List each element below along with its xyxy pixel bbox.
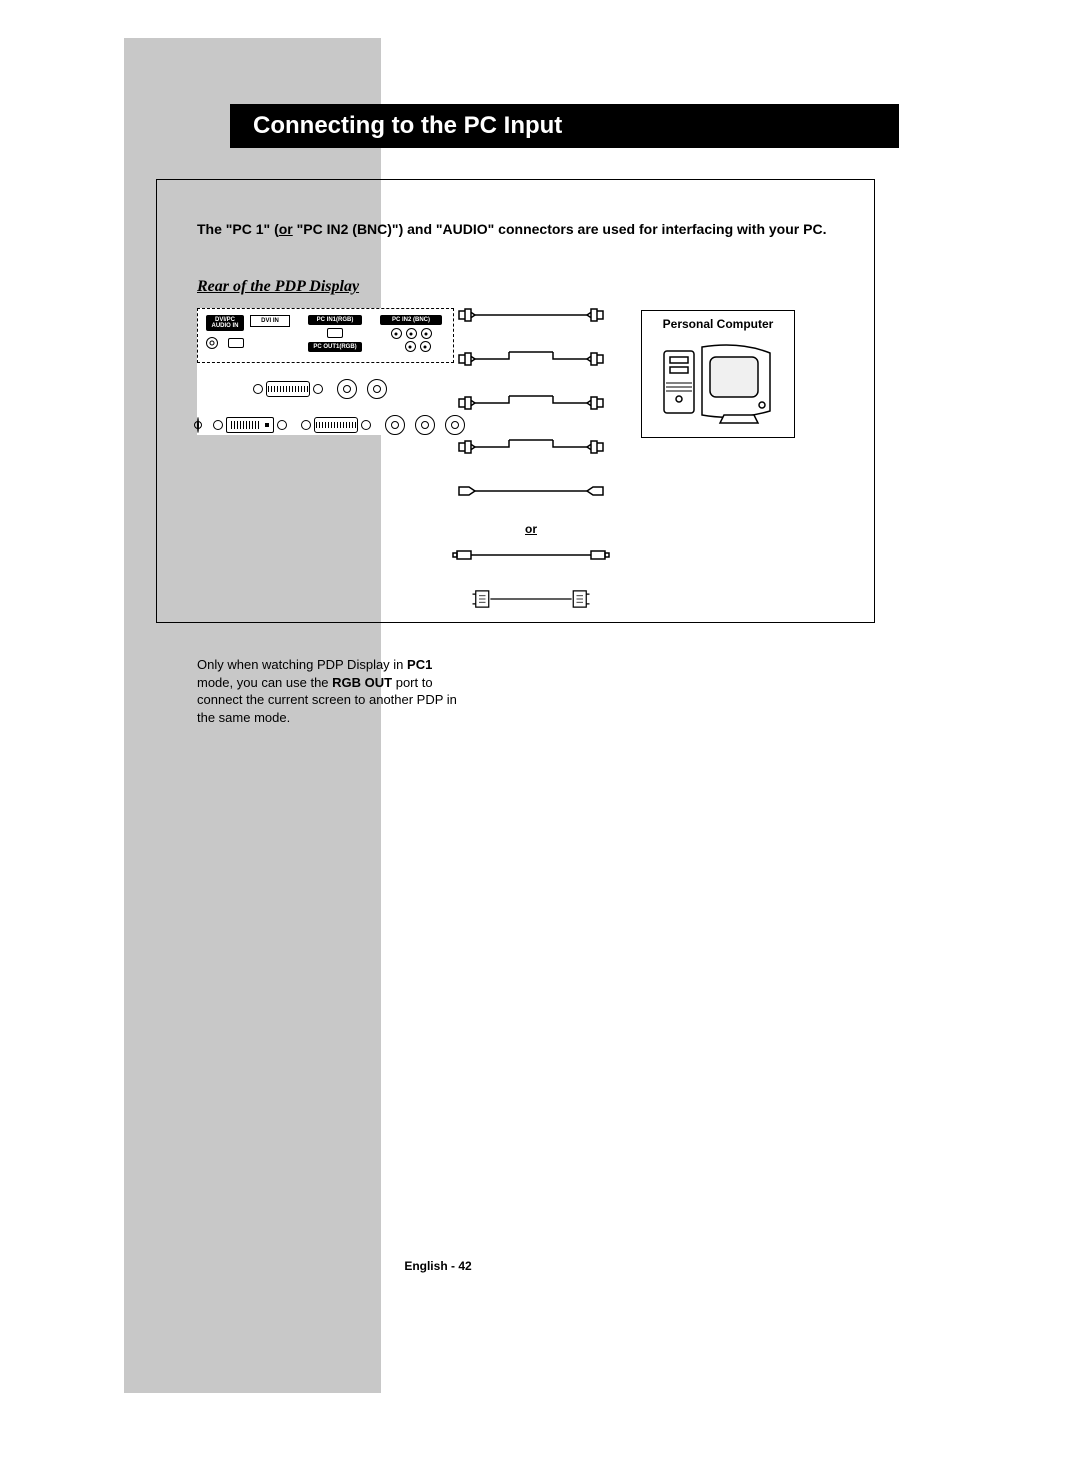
content-frame: The "PC 1" (or "PC IN2 (BNC)") and "AUDI… [156,179,875,623]
bnc-connector-icon [385,415,405,435]
cable-diagram: or [451,302,611,630]
intro-paragraph: The "PC 1" (or "PC IN2 (BNC)") and "AUDI… [197,220,854,238]
rear-panel-illustration: DVI/PC AUDIO IN DVI IN PC IN1(RGB) PC OU… [197,308,454,435]
bnc-connector-icon [367,379,387,399]
bnc-h-icon [405,341,416,352]
diagram-area: DVI/PC AUDIO IN DVI IN PC IN1(RGB) PC OU… [197,308,854,630]
rgb-out-note: Only when watching PDP Display in PC1 mo… [197,656,457,726]
pc-in2-bnc-label: PC IN2 (BNC) [380,315,442,325]
intro-post: "PC IN2 (BNC)") and "AUDIO" connectors a… [293,221,827,237]
vga-port-icon [266,381,310,397]
bnc-g-icon [406,328,417,339]
page-title: Connecting to the PC Input [253,112,562,140]
screw-icon [361,420,371,430]
screw-icon [277,420,287,430]
note-rgb-out: RGB OUT [332,675,392,690]
or-label: or [451,522,611,536]
pc-box-label: Personal Computer [648,317,788,331]
dvi-in-label: DVI IN [250,315,290,327]
intro-or-inline: or [279,221,293,237]
note-l2-pre: mode, you can use the [197,675,332,690]
footer-text: English - 42 [404,1259,471,1273]
screw-icon [253,384,263,394]
screw-icon [213,420,223,430]
pc-in1-label: PC IN1(RGB) [308,315,362,325]
audio-jack-icon [206,337,218,349]
page-title-bar: Connecting to the PC Input [230,104,899,148]
page-footer: English - 42 [382,1253,494,1278]
bnc-connector-icon [415,415,435,435]
audio-in-label: DVI/PC AUDIO IN [206,315,244,331]
vga-mini-icon [327,328,343,338]
screw-icon [313,384,323,394]
pc-illustration-icon [648,337,788,427]
bnc-v-icon [420,341,431,352]
vga-port-icon [314,417,358,433]
dvi-port-mini-icon [228,338,244,348]
bnc-b-icon [421,328,432,339]
bnc-connector-icon [337,379,357,399]
rear-panel-heading: Rear of the PDP Display [197,278,359,296]
pc-out-label: PC OUT1(RGB) [308,342,362,352]
dvi-port-icon [226,417,274,433]
personal-computer-box: Personal Computer [641,310,795,438]
note-l1-pre: Only when watching PDP Display in [197,657,407,672]
intro-pre: The "PC 1" ( [197,221,279,237]
note-pc1: PC1 [407,657,432,672]
bnc-r-icon [391,328,402,339]
screw-icon [301,420,311,430]
audio-jack-icon [197,417,199,433]
